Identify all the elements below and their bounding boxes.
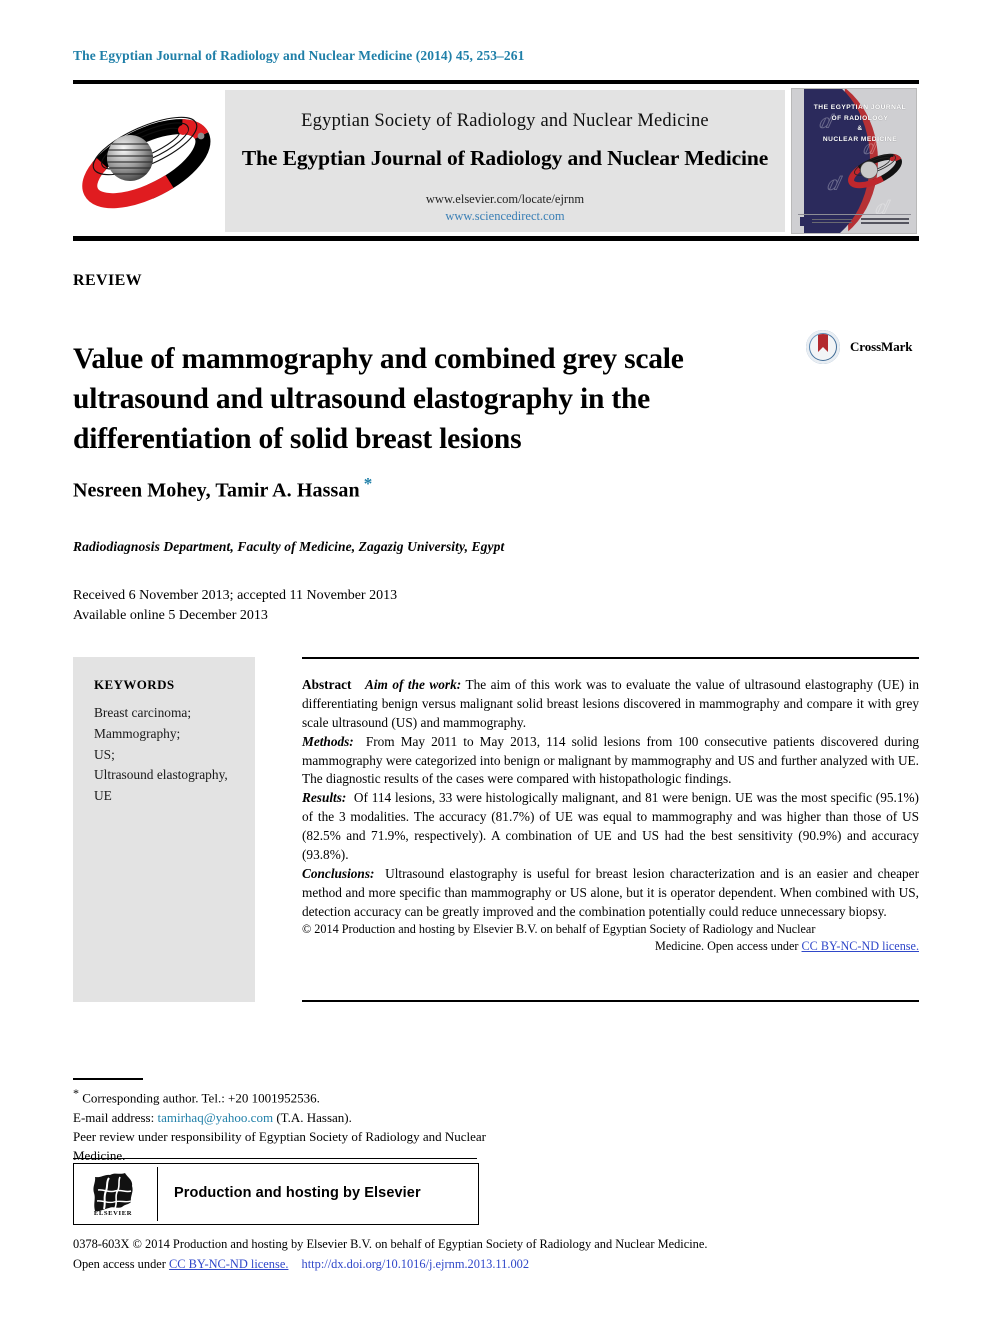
cover-watermark: ⅆ <box>826 174 840 195</box>
abstract-results-text: Of 114 lesions, 33 were histologically m… <box>302 790 919 862</box>
cover-footer <box>798 214 911 228</box>
cc-license-link[interactable]: CC BY-NC-ND license. <box>802 939 919 953</box>
cover-title-line-1: THE EGYPTIAN JOURNAL <box>813 104 907 111</box>
article-history: Received 6 November 2013; accepted 11 No… <box>73 586 397 627</box>
article-first-page: The Egyptian Journal of Radiology and Nu… <box>0 0 992 1323</box>
abstract-copyright-main: © 2014 Production and hosting by Elsevie… <box>302 922 816 937</box>
bottom-copyright: 0378-603X © 2014 Production and hosting … <box>73 1234 923 1274</box>
sciencedirect-url[interactable]: www.sciencedirect.com <box>225 208 785 225</box>
abstract-top-rule <box>302 657 919 659</box>
cover-logo-icon <box>844 147 906 191</box>
journal-banner: Egyptian Society of Radiology and Nuclea… <box>225 90 785 232</box>
keyword-item: Breast carcinoma; <box>94 705 192 720</box>
keyword-item: Mammography; <box>94 725 181 741</box>
footnote-divider <box>73 1158 477 1159</box>
history-received: Received 6 November 2013; accepted 11 No… <box>73 588 398 603</box>
bottom-copyright-line-2: Open access under CC BY-NC-ND license. h… <box>73 1254 923 1274</box>
cover-title-line-3: & <box>857 125 863 133</box>
keyword-item: UE <box>94 788 112 804</box>
abstract-copyright: © 2014 Production and hosting by Elsevie… <box>302 921 919 955</box>
corresponding-author-marker: * <box>363 474 373 493</box>
abstract-aim-paragraph: Abstract Aim of the work: The aim of thi… <box>302 676 919 733</box>
email-label: E-mail address: <box>73 1109 155 1125</box>
running-head: The Egyptian Journal of Radiology and Nu… <box>73 48 525 63</box>
society-name: Egyptian Society of Radiology and Nuclea… <box>301 111 709 131</box>
abstract-methods-text: From May 2011 to May 2013, 114 solid les… <box>302 733 919 787</box>
author-names: Nesreen Mohey, Tamir A. Hassan <box>73 479 360 502</box>
author-list: Nesreen Mohey, Tamir A. Hassan * <box>73 474 372 503</box>
abstract-methods-label: Methods: <box>302 733 354 749</box>
abstract-heading: Abstract <box>302 677 352 692</box>
abstract-results-label: Results: <box>302 790 347 806</box>
crossmark-label: CrossMark <box>850 339 913 354</box>
keywords-box: KEYWORDS Breast carcinoma; Mammography; … <box>73 657 255 1002</box>
footnote-marker: * <box>73 1086 79 1100</box>
elsevier-url[interactable]: www.elsevier.com/locate/ejrnm <box>225 191 785 208</box>
cover-title: THE EGYPTIAN JOURNAL OF RADIOLOGY & NUCL… <box>808 103 912 146</box>
journal-cover-thumbnail: ⅆ ⅆ ⅆ ⅆ THE EGYPTIAN JOURNAL OF RADIOLOG… <box>791 88 917 234</box>
footnote-email: E-mail address: tamirhaq@yahoo.com (T.A.… <box>73 1108 493 1127</box>
page-title: Value of mammography and combined grey s… <box>73 342 684 455</box>
masthead-bottom-rule <box>73 236 919 241</box>
email-owner: (T.A. Hassan). <box>276 1109 352 1125</box>
crossmark-badge[interactable]: CrossMark <box>806 330 916 366</box>
keyword-item: Ultrasound elastography, <box>94 767 228 783</box>
abstract-conclusions-label: Conclusions: <box>302 865 375 881</box>
footnotes: * Corresponding author. Tel.: +20 100195… <box>73 1085 493 1165</box>
bottom-copyright-line-1: 0378-603X © 2014 Production and hosting … <box>73 1237 708 1251</box>
masthead-top-rule <box>73 80 919 84</box>
open-access-text: Open access under <box>73 1257 166 1272</box>
footnote-peer-review: Peer review under responsibility of Egyp… <box>73 1128 487 1164</box>
cover-title-line-4: NUCLEAR MEDICINE <box>822 136 898 144</box>
journal-title: The Egyptian Journal of Radiology and Nu… <box>241 146 769 170</box>
keyword-item: US; <box>94 746 115 762</box>
article-type-label: REVIEW <box>73 272 143 289</box>
elsevier-production-box: ELSEVIER Production and hosting by Elsev… <box>73 1163 479 1225</box>
abstract-copyright-tail-text: Medicine. Open access under <box>655 939 799 954</box>
abstract-results-paragraph: Results: Of 114 lesions, 33 were histolo… <box>302 789 919 865</box>
cover-footer-line-left <box>812 219 852 220</box>
abstract-conclusions-text: Ultrasound elastography is useful for br… <box>302 865 919 919</box>
cover-footer-line-right <box>861 218 909 220</box>
keywords-list: Breast carcinoma; Mammography; US; Ultra… <box>94 703 254 807</box>
keywords-heading: KEYWORDS <box>94 677 175 692</box>
crossmark-icon <box>806 330 840 364</box>
email-link[interactable]: tamirhaq@yahoo.com <box>157 1110 273 1125</box>
abstract-aim-label: Aim of the work: <box>364 677 462 692</box>
abstract-conclusions-paragraph: Conclusions: Ultrasound elastography is … <box>302 865 919 922</box>
elsevier-box-divider <box>157 1167 158 1221</box>
history-available-online: Available online 5 December 2013 <box>73 608 268 624</box>
abstract-methods-paragraph: Methods: From May 2011 to May 2013, 114 … <box>302 733 919 790</box>
journal-urls: www.elsevier.com/locate/ejrnm www.scienc… <box>225 191 785 224</box>
cover-title-line-2: OF RADIOLOGY <box>831 114 889 122</box>
cover-publisher-mark <box>800 217 809 226</box>
society-logo-icon <box>75 94 215 228</box>
cc-license-link[interactable]: CC BY-NC-ND license. <box>169 1257 288 1271</box>
affiliation: Radiodiagnosis Department, Faculty of Me… <box>73 539 505 554</box>
elsevier-production-text: Production and hosting by Elsevier <box>174 1185 421 1201</box>
elsevier-wordmark: ELSEVIER <box>93 1210 133 1217</box>
abstract-copyright-tail: Medicine. Open access under CC BY-NC-ND … <box>302 938 919 955</box>
elsevier-tree-icon: ELSEVIER <box>87 1169 139 1219</box>
doi-link[interactable]: http://dx.doi.org/10.1016/j.ejrnm.2013.1… <box>292 1257 530 1271</box>
abstract: Abstract Aim of the work: The aim of thi… <box>302 676 919 956</box>
footnote-rule <box>73 1078 143 1080</box>
footnote-corresponding: * Corresponding author. Tel.: +20 100195… <box>73 1085 493 1108</box>
abstract-bottom-rule <box>302 1000 919 1002</box>
footnote-corresponding-text: Corresponding author. Tel.: +20 10019525… <box>82 1090 320 1106</box>
journal-masthead: Egyptian Society of Radiology and Nuclea… <box>73 88 919 234</box>
